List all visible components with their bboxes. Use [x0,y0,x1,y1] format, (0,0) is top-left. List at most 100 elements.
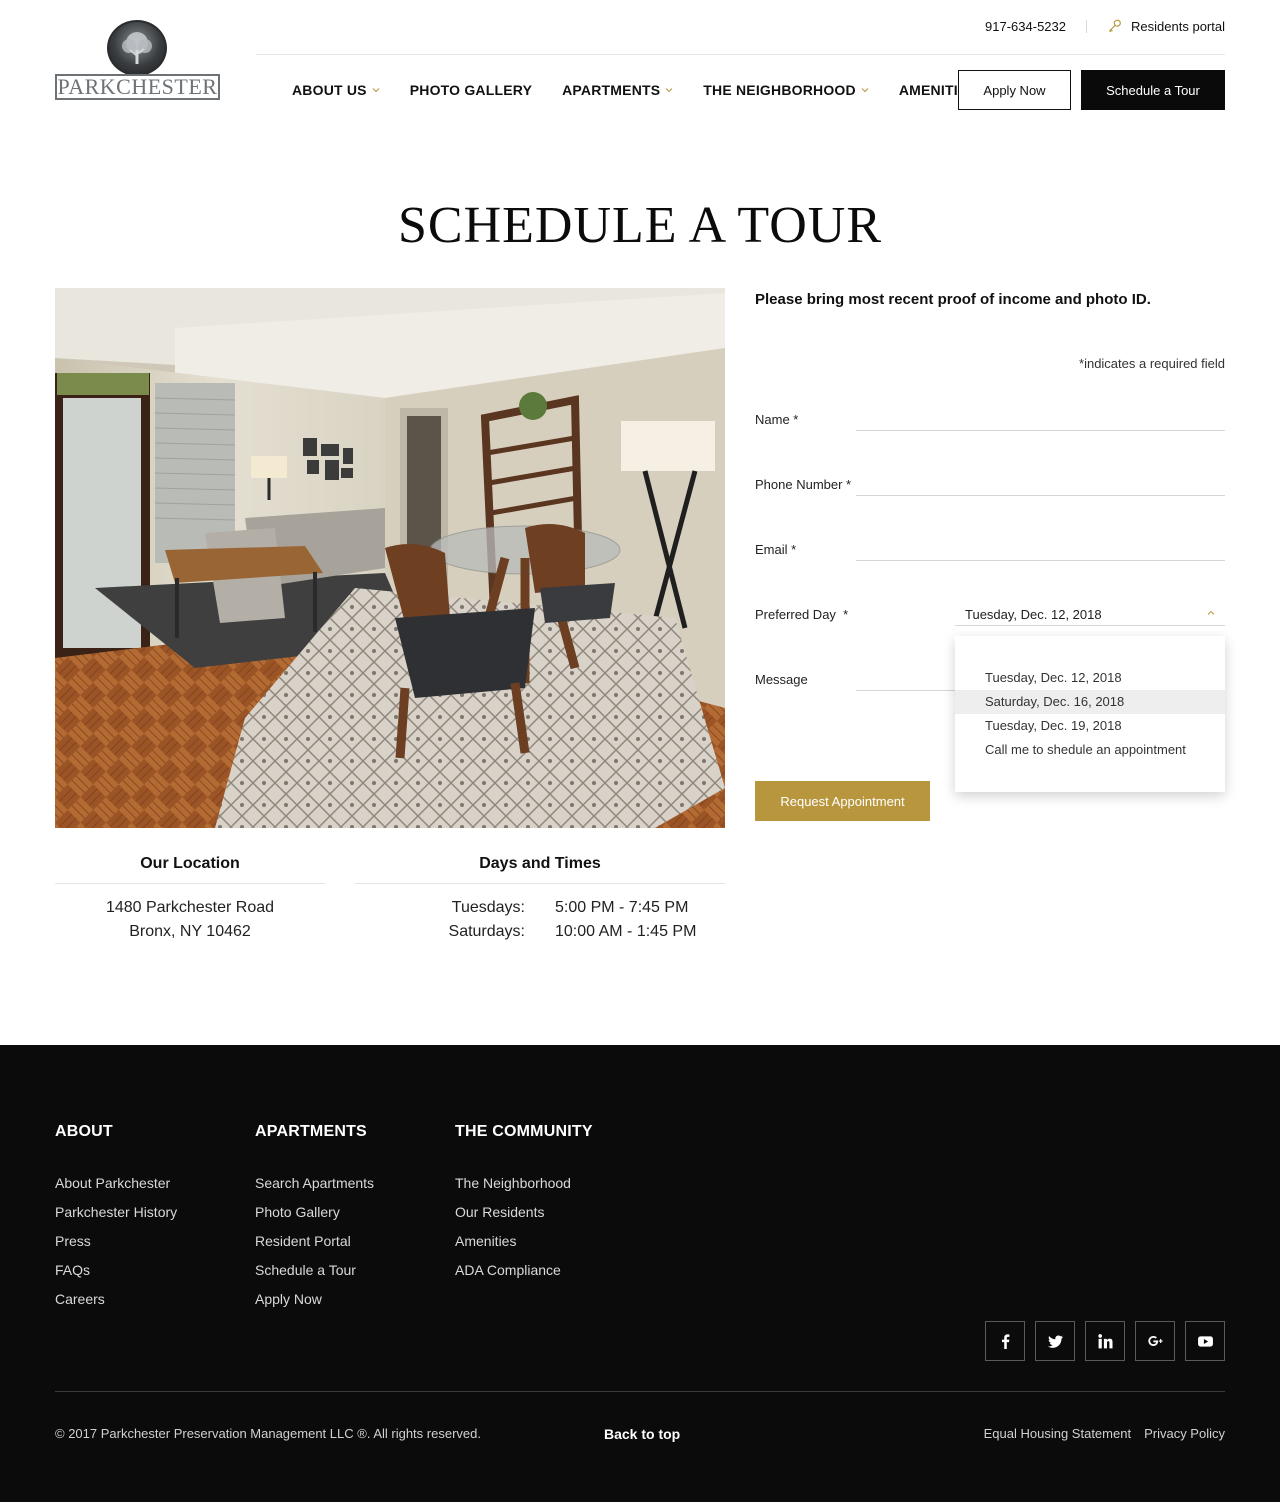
phone-number[interactable]: 917-634-5232 [985,19,1066,34]
form-note: Please bring most recent proof of income… [755,291,1151,308]
privacy-policy-link[interactable]: Privacy Policy [1144,1426,1225,1441]
footer-heading: ABOUT [55,1123,113,1140]
chevron-down-icon [665,88,673,93]
phone-input[interactable] [856,471,1225,495]
footer-link[interactable]: Schedule a Tour [255,1261,374,1290]
nav-apartments-label: APARTMENTS [562,82,661,98]
equal-housing-link[interactable]: Equal Housing Statement [984,1426,1131,1441]
email-underline [856,560,1225,561]
linkedin-icon [1097,1333,1113,1348]
preferred-day-select[interactable]: Tuesday, Dec. 12, 2018 [965,607,1102,622]
preferred-day-label: Preferred Day * [755,607,849,622]
dropdown-option[interactable]: Tuesday, Dec. 12, 2018 [955,666,1225,690]
footer-link[interactable]: Resident Portal [255,1232,374,1261]
topbar-divider [1086,20,1087,33]
name-input[interactable] [856,406,1225,430]
footer-link[interactable]: Apply Now [255,1290,374,1319]
chevron-down-icon [861,88,869,93]
name-label: Name * [755,412,799,427]
logo-wordmark: PARKCHESTER [55,74,220,100]
preferred-day-field[interactable]: Preferred Day * Tuesday, Dec. 12, 2018 [755,596,1225,626]
dropdown-option[interactable]: Tuesday, Dec. 19, 2018 [955,714,1225,738]
hours-heading: Days and Times [355,855,725,884]
footer-link[interactable]: Amenities [455,1232,593,1261]
google-plus-icon [1147,1335,1163,1346]
copyright-text: © 2017 Parkchester Preservation Manageme… [55,1426,481,1441]
nav-photo-gallery[interactable]: PHOTO GALLERY [410,82,532,98]
footer-column-apartments: APARTMENTS Search Apartments Photo Galle… [255,1123,374,1319]
nav-the-neighborhood[interactable]: THE NEIGHBORHOOD [703,82,869,98]
dropdown-option-highlighted[interactable]: Saturday, Dec. 16, 2018 [955,690,1225,714]
phone-label: Phone Number * [755,477,852,492]
request-appointment-button[interactable]: Request Appointment [755,781,930,821]
nav-apartments[interactable]: APARTMENTS [562,82,673,98]
footer-divider [55,1391,1225,1392]
footer-link[interactable]: The Neighborhood [455,1174,593,1203]
preferred-day-dropdown: Tuesday, Dec. 12, 2018 Saturday, Dec. 16… [955,636,1225,792]
email-field: Email * [755,531,1225,561]
footer-link[interactable]: FAQs [55,1261,177,1290]
footer-column-about: ABOUT About Parkchester Parkchester Hist… [55,1123,177,1319]
phone-field: Phone Number * [755,466,1225,496]
site-footer: ABOUT About Parkchester Parkchester Hist… [0,1045,1280,1502]
name-underline [856,430,1225,431]
key-icon [1108,19,1121,33]
twitter-button[interactable] [1035,1321,1075,1361]
required-field-note: *indicates a required field [1079,356,1225,371]
preferred-day-underline [955,625,1225,626]
footer-link[interactable]: Careers [55,1290,177,1319]
hours-time: 10:00 AM - 1:45 PM [555,923,697,940]
schedule-tour-button[interactable]: Schedule a Tour [1081,70,1225,110]
hours-row: Saturdays: 10:00 AM - 1:45 PM [355,920,725,944]
utility-bar: 917-634-5232 Residents portal [256,0,1225,55]
back-to-top-link[interactable]: Back to top [604,1426,680,1442]
footer-legal-links: Equal Housing Statement Privacy Policy [984,1426,1225,1441]
footer-link[interactable]: About Parkchester [55,1174,177,1203]
page-title: SCHEDULE A TOUR [397,197,883,254]
main-nav: ABOUT US PHOTO GALLERY APARTMENTS THE NE… [292,70,977,110]
youtube-button[interactable] [1185,1321,1225,1361]
footer-link[interactable]: ADA Compliance [455,1261,593,1290]
hours-day: Saturdays: [448,923,525,940]
location-block: Our Location 1480 Parkchester Road Bronx… [55,855,325,944]
linkedin-button[interactable] [1085,1321,1125,1361]
dropdown-option[interactable]: Call me to shedule an appointment [955,738,1225,762]
footer-link[interactable]: Press [55,1232,177,1261]
phone-underline [856,495,1225,496]
footer-link[interactable]: Our Residents [455,1203,593,1232]
nav-the-neighborhood-label: THE NEIGHBORHOOD [703,82,856,98]
address-line-1: 1480 Parkchester Road [105,899,275,916]
footer-heading: APARTMENTS [255,1123,367,1140]
apartment-interior-photo [55,288,725,828]
google-plus-button[interactable] [1135,1321,1175,1361]
footer-column-community: THE COMMUNITY The Neighborhood Our Resid… [455,1123,593,1290]
residents-portal-link[interactable]: Residents portal [1107,18,1225,34]
twitter-icon [1047,1334,1063,1348]
name-field: Name * [755,401,1225,431]
email-label: Email * [755,542,797,557]
nav-photo-gallery-label: PHOTO GALLERY [409,82,533,98]
footer-heading: THE COMMUNITY [455,1123,593,1140]
hours-time: 5:00 PM - 7:45 PM [555,899,689,916]
nav-about-us[interactable]: ABOUT US [292,82,380,98]
footer-link[interactable]: Photo Gallery [255,1203,374,1232]
address-line-2: Bronx, NY 10462 [129,923,251,940]
email-input[interactable] [856,536,1225,560]
hours-day: Tuesdays: [451,899,525,916]
tour-request-form: Please bring most recent proof of income… [755,288,1225,691]
hours-row: Tuesdays: 5:00 PM - 7:45 PM [355,896,725,920]
tree-logo-icon [107,20,167,76]
footer-link[interactable]: Search Apartments [255,1174,374,1203]
apply-now-button[interactable]: Apply Now [958,70,1071,110]
nav-about-us-label: ABOUT US [292,82,367,98]
chevron-down-icon [372,88,380,93]
parkchester-logo[interactable]: PARKCHESTER [55,20,220,102]
hours-block: Days and Times Tuesdays: 5:00 PM - 7:45 … [355,855,725,944]
residents-portal-label: Residents portal [1131,18,1225,34]
facebook-icon [1001,1333,1009,1349]
facebook-button[interactable] [985,1321,1025,1361]
footer-link[interactable]: Parkchester History [55,1203,177,1232]
chevron-up-icon[interactable] [1207,609,1215,617]
location-heading: Our Location [55,855,325,884]
youtube-icon [1197,1335,1213,1347]
